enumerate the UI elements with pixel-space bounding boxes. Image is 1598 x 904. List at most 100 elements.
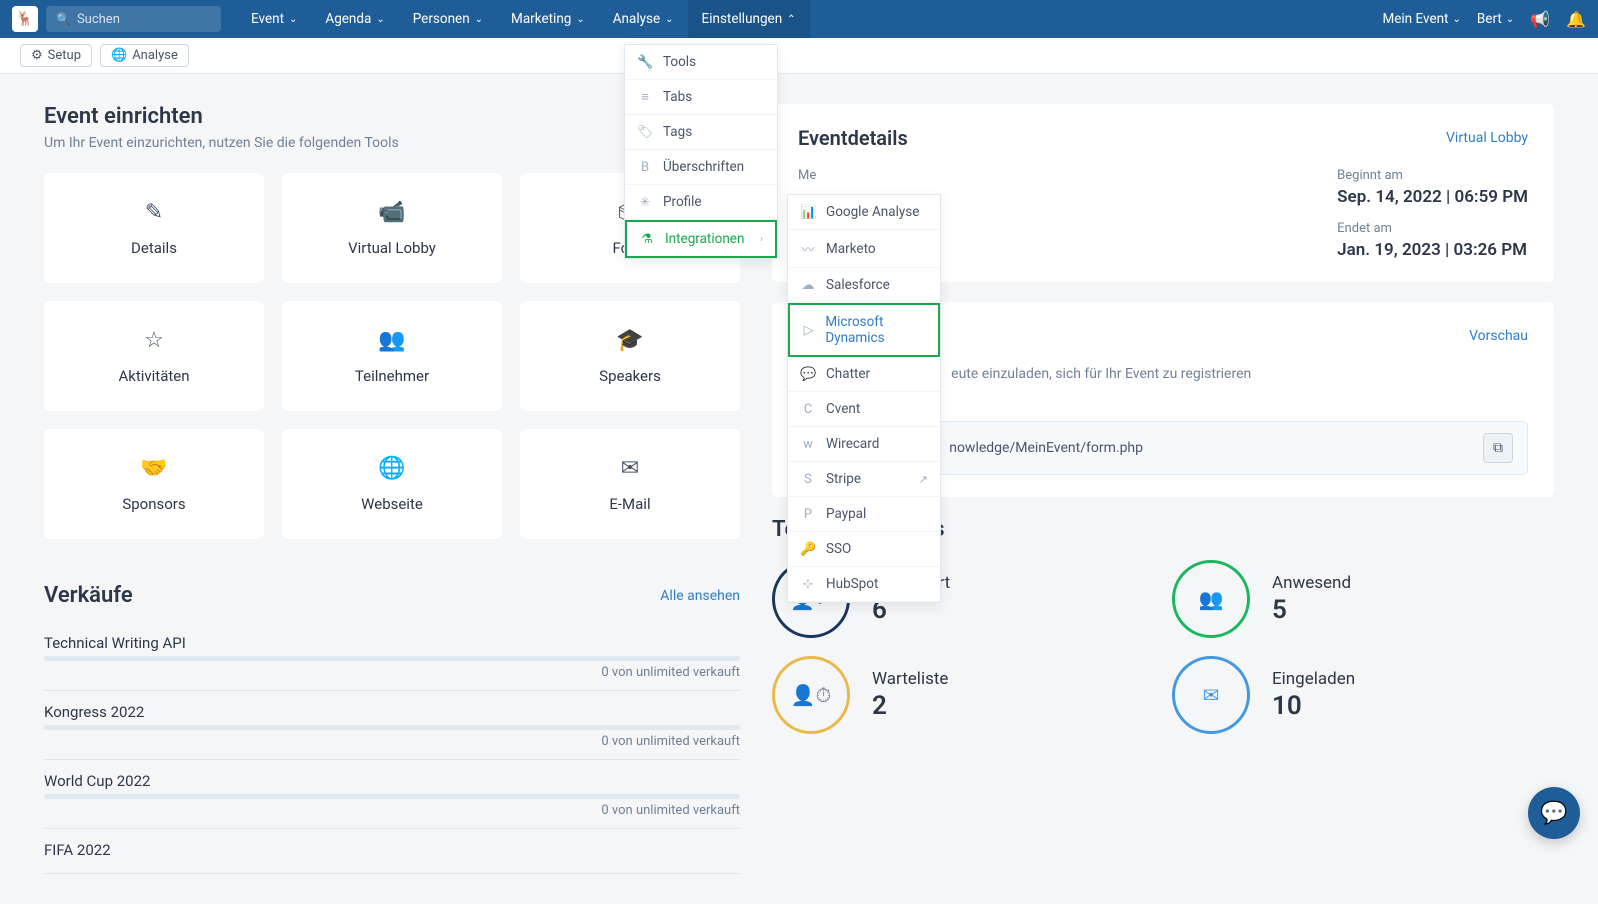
gear-icon: ⚙ (31, 48, 43, 63)
dd-item-tags[interactable]: 🏷Tags (625, 115, 777, 150)
chevron-down-icon: ⌄ (665, 14, 673, 25)
end-label: Endet am (1337, 221, 1528, 236)
dd-sub-stripe[interactable]: SStripe↗ (788, 462, 940, 497)
nav-item-personen[interactable]: Personen⌄ (399, 0, 497, 38)
dd-sub-salesforce[interactable]: ☁Salesforce (788, 268, 940, 303)
sale-name: FIFA 2022 (44, 841, 740, 859)
dd-sub-microsoft-dynamics[interactable]: ▷Microsoft Dynamics (788, 303, 940, 357)
chevron-down-icon: ⌄ (1506, 14, 1514, 25)
copy-button[interactable]: ⧉ (1483, 433, 1513, 463)
nav-item-analyse[interactable]: Analyse⌄ (599, 0, 688, 38)
sale-item[interactable]: FIFA 2022 (44, 829, 740, 874)
status-label: Anwesend (1272, 573, 1351, 593)
sales-view-all[interactable]: Alle ansehen (660, 588, 740, 604)
preview-link[interactable]: Vorschau (1469, 328, 1528, 344)
dd-item-tools[interactable]: 🔧 Tools (625, 45, 777, 80)
settings-dropdown: 🔧 Tools ≡ Tabs 🏷TagsBÜberschriften✳Profile⚗I… (624, 44, 778, 259)
sale-item[interactable]: Technical Writing API 0 von unlimited ver… (44, 622, 740, 691)
tool-virtual-lobby[interactable]: 📹Virtual Lobby (282, 173, 502, 283)
sale-name: World Cup 2022 (44, 772, 740, 790)
chevron-down-icon: ⌄ (1452, 14, 1460, 25)
dd-label: Profile (663, 194, 702, 210)
dd-label: Tools (663, 54, 696, 70)
tool-sponsors[interactable]: 🤝 Sponsors (44, 429, 264, 539)
search-icon: 🔍 (56, 12, 71, 26)
details-title: Eventdetails (798, 126, 908, 150)
tool-label: E-Mail (609, 495, 650, 513)
dd-sub-cvent[interactable]: CCvent (788, 392, 940, 427)
bell-icon[interactable]: 🔔 (1566, 10, 1586, 29)
nav-item-einstellungen[interactable]: Einstellungen⌃ (688, 0, 810, 38)
dd-label: SSO (826, 541, 851, 557)
sales-title: Verkäufe (44, 583, 133, 608)
nav-user[interactable]: Bert⌄ (1477, 11, 1514, 27)
search-box[interactable]: 🔍 (46, 6, 221, 32)
dd-item-profile[interactable]: ✳Profile (625, 185, 777, 220)
status-circle: ✉ (1172, 656, 1250, 734)
dd-icon: 📊 (800, 205, 816, 220)
app-logo[interactable]: 🦌 (12, 6, 38, 32)
sponsors-icon: 🤝 (140, 456, 167, 481)
dd-item-tabs[interactable]: ≡ Tabs (625, 80, 777, 115)
tool-e-mail[interactable]: ✉ E-Mail (520, 429, 740, 539)
status-number: 5 (1272, 595, 1351, 625)
nav-item-agenda[interactable]: Agenda⌄ (311, 0, 398, 38)
dd-icon: ≡ (637, 89, 653, 105)
analyse-button[interactable]: 🌐Analyse (100, 44, 189, 67)
dd-icon: 🔧 (637, 55, 653, 70)
chevron-down-icon: ⌄ (576, 14, 584, 25)
tool-speakers[interactable]: 🎓Speakers (520, 301, 740, 411)
tool-label: Sponsors (122, 495, 185, 513)
nav-item-marketing[interactable]: Marketing⌄ (497, 0, 599, 38)
dd-label: Tabs (663, 89, 692, 105)
name-label: Me (798, 168, 998, 183)
status-number: 10 (1272, 691, 1355, 721)
sale-count: 0 von unlimited verkauft (44, 734, 740, 749)
dd-item-überschriften[interactable]: BÜberschriften (625, 150, 777, 185)
dd-label: Stripe (826, 471, 861, 487)
sub-toolbar: ⚙Setup 🌐Analyse (0, 38, 1598, 74)
tool-webseite[interactable]: 🌐Webseite (282, 429, 502, 539)
nav-right: Mein Event⌄ Bert⌄ 📢 🔔 (1382, 10, 1586, 29)
tool-details[interactable]: ✎Details (44, 173, 264, 283)
top-nav: 🦌 🔍 Event⌄Agenda⌄Personen⌄Marketing⌄Anal… (0, 0, 1598, 38)
dd-sub-hubspot[interactable]: ⊹HubSpot (788, 567, 940, 602)
search-input[interactable] (77, 12, 211, 27)
chat-bubble[interactable]: 💬 (1528, 787, 1580, 839)
nav-my-event[interactable]: Mein Event⌄ (1382, 11, 1460, 27)
tool-teilnehmer[interactable]: 👥Teilnehmer (282, 301, 502, 411)
tool-aktivitäten[interactable]: ☆Aktivitäten (44, 301, 264, 411)
start-label: Beginnt am (1337, 168, 1528, 183)
sales-header: Verkäufe Alle ansehen (44, 583, 740, 608)
dd-item-integrationen[interactable]: ⚗Integrationen› (625, 220, 777, 258)
setup-button[interactable]: ⚙Setup (20, 44, 92, 67)
dd-icon: w (800, 437, 816, 452)
sale-item[interactable]: Kongress 2022 0 von unlimited verkauft (44, 691, 740, 760)
dd-label: Google Analyse (826, 204, 919, 220)
e-mail-icon: ✉ (621, 456, 639, 481)
dd-icon: C (800, 402, 816, 417)
announce-icon[interactable]: 📢 (1530, 10, 1550, 29)
sale-count: 0 von unlimited verkauft (44, 665, 740, 680)
tool-label: Aktivitäten (118, 367, 189, 385)
sale-item[interactable]: World Cup 2022 0 von unlimited verkauft (44, 760, 740, 829)
status-number: 2 (872, 691, 948, 721)
sale-name: Technical Writing API (44, 634, 740, 652)
dd-sub-marketo[interactable]: 〰Marketo (788, 230, 940, 268)
sale-progress (44, 725, 740, 730)
teilnehmer-icon: 👥 (378, 328, 405, 353)
dd-icon: ⚗ (639, 232, 655, 247)
chevron-down-icon: ⌄ (376, 14, 384, 25)
sale-count: 0 von unlimited verkauft (44, 803, 740, 818)
copy-icon: ⧉ (1493, 440, 1503, 456)
sale-name: Kongress 2022 (44, 703, 740, 721)
virtual-lobby-link[interactable]: Virtual Lobby (1446, 130, 1528, 146)
dd-sub-wirecard[interactable]: wWirecard (788, 427, 940, 462)
nav-item-event[interactable]: Event⌄ (237, 0, 311, 38)
dd-sub-google-analyse[interactable]: 📊 Google Analyse (788, 195, 940, 230)
dd-sub-paypal[interactable]: PPaypal (788, 497, 940, 532)
dd-sub-sso[interactable]: 🔑SSO (788, 532, 940, 567)
dd-sub-chatter[interactable]: 💬Chatter (788, 357, 940, 392)
dd-icon: S (800, 472, 816, 487)
chevron-right-icon: › (760, 234, 763, 245)
